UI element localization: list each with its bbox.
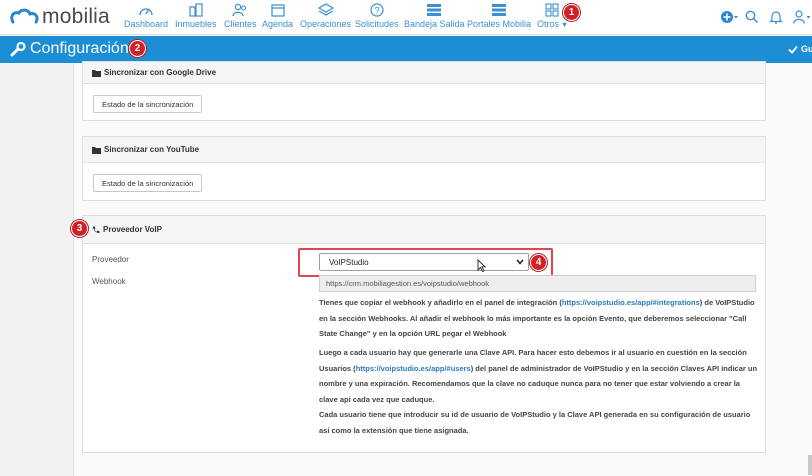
annotation-badge-1: 1 [563,4,580,21]
scrollbar[interactable] [808,455,812,475]
layers-icon [317,3,334,16]
google-drive-sync-status-button[interactable]: Estado de la sincronización [93,95,203,113]
annotation-badge-2: 2 [129,40,146,57]
panel-google-drive: Sincronizar con Google Drive Estado de l… [82,61,766,121]
nav-label-portales-mobilia: Portales Mobilia [467,19,532,29]
nav-item-solicitudes[interactable]: ? Solicitudes [355,3,399,33]
panel-youtube-title: Sincronizar con YouTube [104,145,200,154]
webhook-url-field[interactable]: https://crm.mobiliagestion.es/voipstudio… [319,275,756,292]
save-button-label: Gua [801,44,812,54]
wrench-icon [10,42,26,57]
page-header: Configuración 2 Gua [0,36,812,63]
help-paragraph-webhook: Tienes que copiar el webhook y añadirlo … [319,298,755,338]
top-navbar: mobilia Dashboard Inmuebles Clientes Age… [0,0,812,35]
integrations-link[interactable]: https://voipstudio.es/app/#integrations [562,298,700,307]
add-circle-icon [721,11,738,23]
nav-item-operaciones[interactable]: Operaciones [300,3,351,33]
annotation-badge-4: 4 [530,254,547,271]
svg-text:?: ? [374,6,379,16]
grid-icon [545,3,560,17]
page-title: Configuración [30,40,129,57]
folder-icon [92,146,101,154]
panel-google-drive-title: Sincronizar con Google Drive [104,68,217,77]
bell-icon [769,11,783,24]
notifications-button[interactable] [769,10,783,29]
nav-label-dashboard: Dashboard [124,19,169,29]
buildings-icon [189,3,203,17]
provider-select-value: VoIPStudio [329,257,369,267]
check-icon [788,45,798,54]
chevron-down-icon [516,259,524,265]
nav-label-solicitudes: Solicitudes [355,19,399,29]
nav-item-dashboard[interactable]: Dashboard [124,3,168,33]
panel-youtube-header: Sincronizar con YouTube [83,137,765,163]
user-icon [793,10,811,24]
nav-label-inmuebles: Inmuebles [175,19,217,29]
dashboard-gauge-icon [139,8,153,16]
nav-item-inmuebles[interactable]: Inmuebles [175,3,217,33]
provider-label: Proveedor [92,255,129,264]
save-button[interactable]: Gua [788,44,812,54]
webhook-label: Webhook [92,277,126,286]
panel-voip-title: Proveedor VoIP [103,225,162,234]
nav-item-agenda[interactable]: Agenda [262,3,293,33]
phone-icon [92,226,100,233]
nav-label-clientes: Clientes [224,19,257,29]
help-paragraph-user-config: Cada usuario tiene que introducir su id … [319,410,751,435]
mobilia-logo-icon [10,8,39,24]
panel-google-drive-header: Sincronizar con Google Drive [83,62,765,84]
chevron-down-icon: ▼ [561,22,568,29]
calendar-icon [270,4,285,17]
user-menu-button[interactable] [793,10,812,29]
panel-youtube: Sincronizar con YouTube Estado de la sin… [82,136,766,201]
youtube-sync-status-button[interactable]: Estado de la sincronización [93,174,203,192]
folder-icon [92,69,101,77]
nav-item-clientes[interactable]: Clientes [224,3,257,33]
mouse-cursor-icon [477,259,486,272]
annotation-badge-3: 3 [71,220,88,237]
nav-label-operaciones: Operaciones [300,19,352,29]
list-icon [427,4,442,16]
nav-label-agenda: Agenda [262,19,294,29]
nav-label-bandeja-salida: Bandeja Salida [404,19,465,29]
users-link[interactable]: https://voipstudio.es/app/#users [356,364,471,373]
list-icon [492,4,507,16]
nav-item-portales-mobilia[interactable]: Portales Mobilia [467,3,531,33]
nav-item-bandeja-salida[interactable]: Bandeja Salida [404,3,465,33]
provider-select[interactable]: VoIPStudio [319,253,529,271]
add-menu-button[interactable] [720,10,740,29]
panel-voip-header: Proveedor VoIP [83,216,765,244]
brand-logo[interactable]: mobilia [10,4,110,30]
help-paragraph-api-key: Luego a cada usuario hay que generarle u… [319,348,758,404]
users-icon [232,3,247,17]
search-button[interactable] [745,10,759,29]
search-icon [745,10,759,24]
question-icon: ? [370,3,384,17]
nav-label-otros: Otros ▼ [537,19,568,29]
brand-name: mobilia [42,5,110,28]
